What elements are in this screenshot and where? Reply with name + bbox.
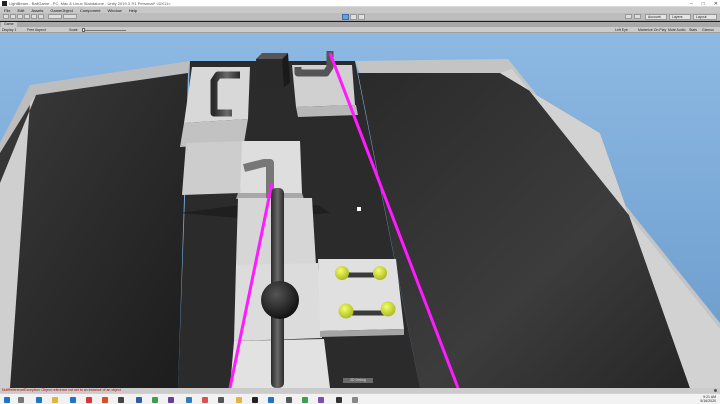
menu-help[interactable]: Help (129, 8, 137, 13)
menu-assets[interactable]: Assets (31, 8, 43, 13)
start-icon[interactable] (4, 397, 10, 403)
folder-icon[interactable] (52, 397, 58, 403)
app-icon-2[interactable] (136, 397, 142, 403)
hand-tool-icon[interactable] (3, 14, 9, 19)
scale-slider[interactable] (82, 30, 126, 31)
tile-top-right-front (296, 105, 358, 117)
minimize-icon[interactable]: – (690, 1, 693, 7)
app-icon-13[interactable] (352, 397, 358, 403)
play-button[interactable] (342, 14, 349, 20)
scale-tool-icon[interactable] (24, 14, 30, 19)
step-button[interactable] (358, 14, 365, 20)
global-toggle[interactable] (63, 14, 77, 19)
yellow-knob-4 (380, 301, 396, 317)
os-taskbar: 9:21 AM 5/16/2020 (0, 393, 720, 404)
collab-icon[interactable] (625, 14, 632, 19)
maximize-icon[interactable]: □ (702, 1, 705, 7)
app-icon-9[interactable] (268, 397, 274, 403)
app-icon-10[interactable] (286, 397, 292, 403)
app-icon-3[interactable] (152, 397, 158, 403)
menu-file[interactable]: File (4, 8, 10, 13)
rect-tool-icon[interactable] (31, 14, 37, 19)
title-bar: LightBeam - BallGame - PC, Mac & Linux S… (0, 0, 720, 7)
unity-taskbar-icon[interactable] (252, 397, 258, 403)
player-ball (261, 281, 299, 319)
scene-render (0, 33, 720, 388)
cloud-icon[interactable] (634, 14, 641, 19)
pause-button[interactable] (350, 14, 357, 20)
chrome-icon[interactable] (86, 397, 92, 403)
yellow-knob-3 (338, 303, 354, 319)
unity-logo-icon (2, 1, 7, 6)
menu-edit[interactable]: Edit (17, 8, 24, 13)
rotate-tool-icon[interactable] (17, 14, 23, 19)
layers-dropdown[interactable]: Layers (669, 14, 691, 20)
pivot-toggle[interactable] (48, 14, 62, 19)
move-tool-icon[interactable] (10, 14, 16, 19)
window-title: LightBeam - BallGame - PC, Mac & Linux S… (9, 1, 171, 6)
visual-studio-icon[interactable] (318, 397, 324, 403)
menu-component[interactable]: Component (80, 8, 101, 13)
debug-label: 2D Debug (343, 378, 373, 383)
dark-cube-front (256, 59, 284, 89)
menu-window[interactable]: Window (108, 8, 122, 13)
yellow-knob-2 (373, 266, 387, 280)
store-icon[interactable] (70, 397, 76, 403)
app-icon-8[interactable] (236, 397, 242, 403)
app-icon-11[interactable] (302, 397, 308, 403)
layout-dropdown[interactable]: Layout (693, 14, 717, 20)
yellow-knob-1 (335, 266, 349, 280)
tile-mid-left (182, 141, 245, 195)
account-dropdown[interactable]: Account (645, 14, 667, 20)
scale-slider-handle[interactable] (82, 28, 85, 32)
window-controls: – □ ✕ (690, 0, 718, 7)
system-clock[interactable]: 9:21 AM 5/16/2020 (700, 395, 716, 403)
app-icon-4[interactable] (168, 397, 174, 403)
app-icon-5[interactable] (186, 397, 192, 403)
clock-date: 5/16/2020 (700, 399, 716, 403)
main-toolbar: Account Layers Layout (0, 13, 720, 21)
game-viewport[interactable]: 2D Debug (0, 33, 720, 388)
app-icon-1[interactable] (118, 397, 124, 403)
app-icon-7[interactable] (218, 397, 224, 403)
transform-tool-icon[interactable] (38, 14, 44, 19)
office-icon[interactable] (102, 397, 108, 403)
menu-gameobject[interactable]: GameObject (50, 8, 72, 13)
app-icon-12[interactable] (336, 397, 342, 403)
progress-icon (714, 389, 717, 392)
close-icon[interactable]: ✕ (714, 1, 718, 7)
search-icon[interactable] (18, 397, 24, 403)
app-icon-6[interactable] (202, 397, 208, 403)
knob-pad (318, 259, 404, 331)
target-marker (357, 207, 361, 211)
edge-icon[interactable] (36, 397, 42, 403)
